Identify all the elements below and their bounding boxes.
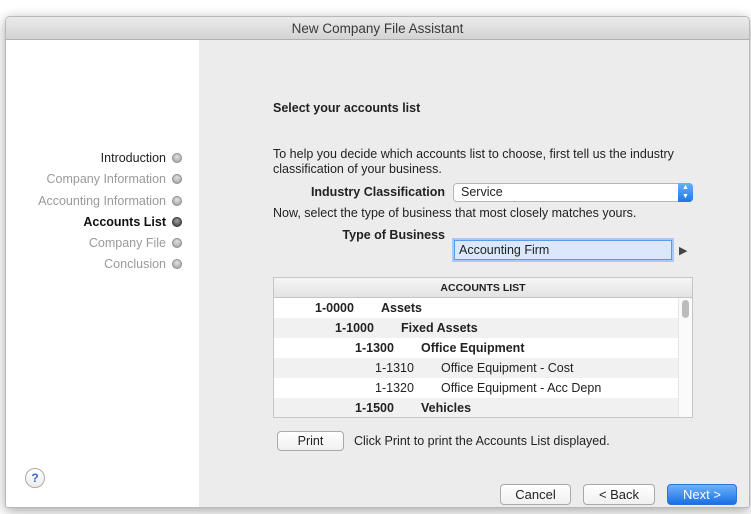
step-label: Accounting Information bbox=[38, 193, 166, 208]
step-introduction: Introduction bbox=[38, 148, 182, 169]
step-dot-icon bbox=[172, 238, 182, 249]
account-name: Office Equipment bbox=[421, 341, 525, 355]
step-dot-icon bbox=[172, 259, 182, 270]
sidebar: Introduction Company Information Account… bbox=[6, 40, 199, 507]
business-type-instruction: Now, select the type of business that mo… bbox=[273, 206, 637, 220]
account-name: Office Equipment - Acc Depn bbox=[441, 381, 602, 395]
intro-text: To help you decide which accounts list t… bbox=[273, 147, 674, 176]
account-name: Vehicles bbox=[421, 401, 472, 415]
account-code: 1-1320 bbox=[375, 381, 414, 395]
step-conclusion: Conclusion bbox=[38, 254, 182, 275]
account-code: 1-1300 bbox=[355, 341, 394, 355]
assistant-window: New Company File Assistant Introduction … bbox=[5, 16, 750, 508]
scroll-thumb[interactable] bbox=[682, 300, 689, 318]
table-row[interactable]: 1-1300 Office Equipment bbox=[274, 338, 679, 358]
step-company-file: Company File bbox=[38, 233, 182, 254]
table-row[interactable]: 1-1500 Vehicles bbox=[274, 398, 679, 417]
step-dot-icon bbox=[172, 195, 182, 206]
page-title: Select your accounts list bbox=[273, 101, 421, 115]
print-hint-text: Click Print to print the Accounts List d… bbox=[354, 434, 610, 448]
disclosure-triangle-icon[interactable]: ▶ bbox=[679, 244, 687, 257]
table-row[interactable]: 1-1000 Fixed Assets bbox=[274, 318, 679, 338]
account-code: 1-1310 bbox=[375, 361, 414, 375]
select-stepper-icon: ▲ ▼ bbox=[678, 183, 693, 202]
step-label: Company File bbox=[88, 236, 166, 251]
step-company-information: Company Information bbox=[38, 169, 182, 190]
back-button[interactable]: < Back bbox=[583, 484, 655, 505]
step-dot-icon bbox=[172, 174, 182, 185]
step-dot-icon bbox=[172, 153, 182, 163]
step-dot-icon bbox=[172, 216, 182, 227]
window-title: New Company File Assistant bbox=[6, 17, 749, 40]
table-row[interactable]: 1-1310 Office Equipment - Cost bbox=[274, 358, 679, 378]
step-label: Accounts List bbox=[83, 214, 166, 229]
print-button[interactable]: Print bbox=[277, 431, 344, 451]
step-list: Introduction Company Information Account… bbox=[38, 148, 182, 276]
account-code: 1-0000 bbox=[315, 301, 354, 315]
main-panel: Select your accounts list To help you de… bbox=[199, 40, 749, 507]
cancel-button[interactable]: Cancel bbox=[500, 484, 571, 505]
accounts-list-header: ACCOUNTS LIST bbox=[274, 278, 692, 298]
step-label: Company Information bbox=[46, 172, 166, 187]
accounts-list-table: ACCOUNTS LIST 1-0000 Assets 1-1000 Fixed A… bbox=[273, 277, 693, 418]
industry-classification-label: Industry Classification bbox=[310, 185, 445, 199]
table-row[interactable]: 1-0000 Assets bbox=[274, 298, 679, 318]
account-name: Fixed Assets bbox=[401, 321, 478, 335]
account-name: Office Equipment - Cost bbox=[441, 361, 574, 375]
next-button[interactable]: Next > bbox=[667, 484, 737, 505]
step-accounting-information: Accounting Information bbox=[38, 191, 182, 212]
accounts-list-rows[interactable]: 1-0000 Assets 1-1000 Fixed Assets 1-1300 Of… bbox=[274, 298, 679, 417]
account-code: 1-1500 bbox=[355, 401, 394, 415]
step-accounts-list: Accounts List bbox=[38, 212, 182, 233]
account-code: 1-1000 bbox=[335, 321, 374, 335]
type-of-business-field[interactable]: Accounting Firm bbox=[454, 240, 672, 260]
industry-classification-select[interactable]: Service ▲ ▼ bbox=[453, 183, 693, 202]
step-label: Conclusion bbox=[104, 257, 166, 272]
industry-classification-value: Service bbox=[461, 185, 503, 199]
step-label: Introduction bbox=[100, 151, 166, 165]
type-of-business-label: Type of Business bbox=[342, 228, 445, 242]
help-icon[interactable]: ? bbox=[25, 468, 45, 488]
account-name: Assets bbox=[381, 301, 422, 315]
table-row[interactable]: 1-1320 Office Equipment - Acc Depn bbox=[274, 378, 679, 398]
accounts-list-scrollbar[interactable] bbox=[678, 298, 692, 417]
